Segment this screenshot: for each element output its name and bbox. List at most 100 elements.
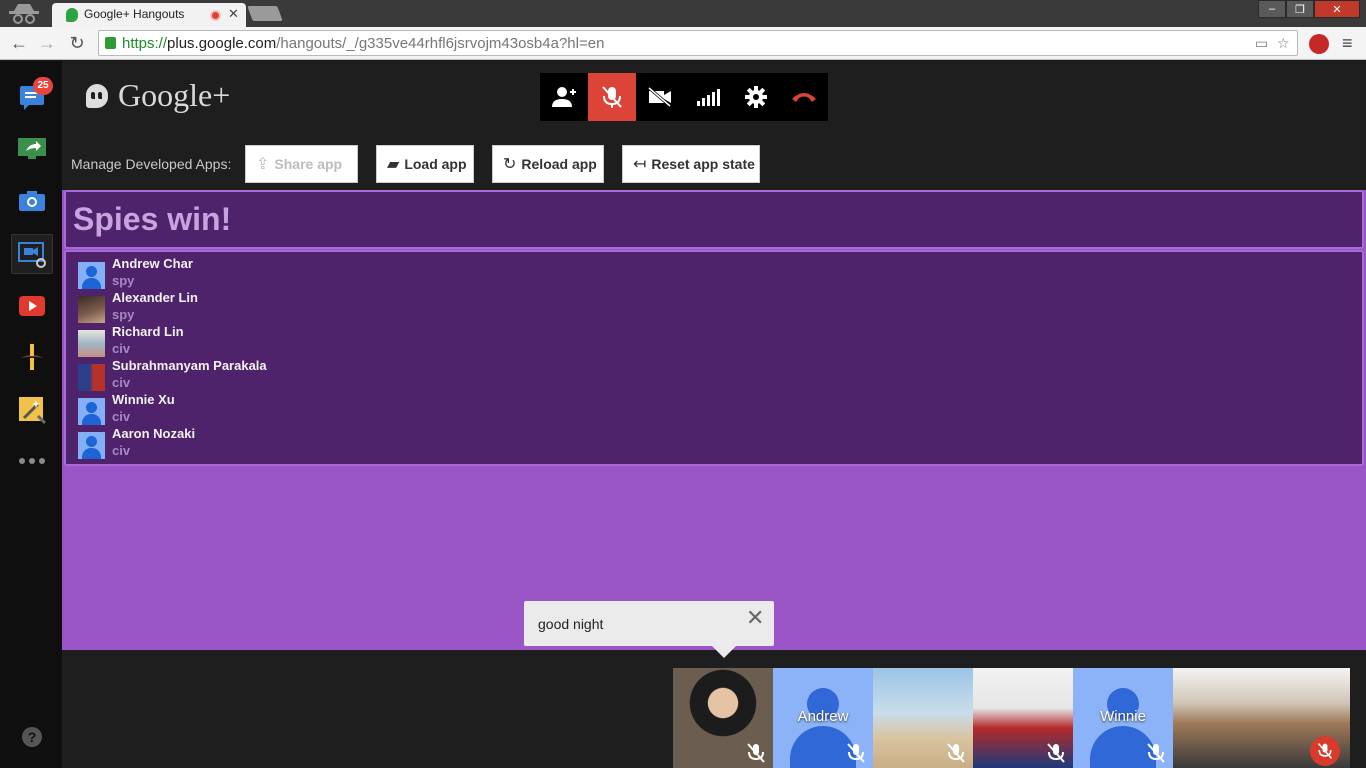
share-app-label: Share app: [274, 156, 343, 172]
participant-tile[interactable]: [673, 668, 773, 768]
mic-off-icon: [1317, 743, 1333, 759]
incognito-icon: [9, 4, 39, 24]
close-window-button[interactable]: ✕: [1314, 0, 1360, 18]
hangout-main: Google+ Manage Developed Apps: ⇪ Share ap…: [62, 61, 1366, 768]
call-controls: [540, 73, 828, 121]
player-avatar: [78, 398, 105, 425]
folder-icon: ▰: [387, 156, 400, 173]
hangouts-favicon-icon: [66, 8, 78, 22]
player-name: Andrew Char: [112, 256, 193, 271]
participant-name: Winnie: [1100, 708, 1146, 725]
minimize-button[interactable]: –: [1258, 0, 1286, 18]
refresh-icon: ↻: [503, 156, 517, 173]
help-icon[interactable]: ?: [22, 727, 42, 747]
player-name: Subrahmanyam Parakala: [112, 358, 267, 373]
signal-bars-icon: [697, 89, 720, 106]
hangouts-api-dev-icon[interactable]: [11, 234, 53, 274]
screenshare-icon[interactable]: [16, 133, 48, 165]
reload-app-button[interactable]: ↻ Reload app: [492, 145, 604, 183]
mic-off-icon: [1047, 743, 1065, 763]
player-role: civ: [112, 375, 131, 390]
google-effects-icon[interactable]: [16, 341, 48, 373]
players-list: Andrew Char spy Alexander Lin spy Richar…: [64, 250, 1364, 466]
share-icon: ⇪: [256, 156, 270, 173]
participant-tile[interactable]: [973, 668, 1073, 768]
magic-wand-app-icon[interactable]: [16, 394, 48, 426]
bandwidth-button[interactable]: [684, 73, 732, 121]
game-result-title: Spies win!: [73, 201, 232, 237]
tab-title: Google+ Hangouts: [84, 7, 185, 21]
capture-camera-icon[interactable]: [16, 185, 48, 217]
add-person-icon: [552, 87, 576, 107]
chat-message-text: good night: [538, 616, 604, 632]
maximize-button[interactable]: ❐: [1286, 0, 1314, 18]
player-avatar: [78, 330, 105, 357]
close-icon[interactable]: ✕: [746, 607, 764, 629]
address-bar[interactable]: https://plus.google.com/hangouts/_/g335v…: [98, 30, 1298, 56]
participant-tile[interactable]: [873, 668, 973, 768]
chat-message-toast[interactable]: good night ✕: [524, 601, 774, 658]
gear-icon: [745, 86, 767, 108]
hang-up-phone-icon: [792, 93, 816, 102]
participant-tile[interactable]: Winnie: [1073, 668, 1173, 768]
chrome-menu-icon[interactable]: ≡: [1342, 33, 1353, 54]
reset-arrow-icon: ↤: [633, 156, 647, 173]
player-name: Aaron Nozaki: [112, 426, 196, 441]
back-icon[interactable]: ←: [8, 32, 30, 54]
browser-titlebar: Google+ Hangouts ✕ – ❐ ✕: [0, 0, 1366, 27]
close-tab-icon[interactable]: ✕: [228, 6, 239, 22]
bookmark-star-icon[interactable]: ☆: [1277, 35, 1290, 52]
player-avatar: [78, 432, 105, 459]
turn-off-camera-button[interactable]: [636, 73, 684, 121]
google-plus-logo: Google+: [86, 77, 230, 114]
participant-tile-self[interactable]: [1173, 668, 1350, 768]
reset-app-state-button[interactable]: ↤ Reset app state: [622, 145, 760, 183]
hang-up-button[interactable]: [780, 73, 828, 121]
logo-text: Google+: [118, 77, 231, 113]
player-role: civ: [112, 341, 131, 356]
window-controls: – ❐ ✕: [1258, 0, 1360, 18]
forward-icon[interactable]: →: [36, 32, 58, 54]
browser-tab[interactable]: Google+ Hangouts ✕: [52, 3, 246, 27]
player-name: Richard Lin: [112, 324, 184, 339]
mic-off-icon: [947, 743, 965, 763]
player-role: spy: [112, 307, 135, 322]
player-avatar: [78, 262, 105, 289]
mic-off-icon: [1147, 743, 1165, 763]
youtube-icon[interactable]: [16, 290, 48, 322]
share-app-button[interactable]: ⇪ Share app: [245, 145, 358, 183]
player-avatar: [78, 296, 105, 323]
participant-filmstrip: Andrew Winnie: [673, 668, 1350, 768]
url-text[interactable]: https://plus.google.com/hangouts/_/g335v…: [122, 35, 604, 52]
hangout-app-area: Spies win! Andrew Char spy Alexander Lin…: [62, 190, 1366, 650]
mic-off-icon: [747, 743, 765, 763]
reload-app-label: Reload app: [521, 156, 597, 172]
reload-icon[interactable]: ↻: [66, 32, 88, 54]
invite-people-button[interactable]: [540, 73, 588, 121]
load-app-button[interactable]: ▰ Load app: [376, 145, 474, 183]
hangouts-logo-icon: [86, 83, 108, 108]
mic-off-icon: [602, 86, 622, 108]
player-name: Winnie Xu: [112, 392, 175, 407]
recording-indicator-icon: [210, 10, 221, 21]
player-avatar: [78, 364, 105, 391]
participant-name: Andrew: [797, 708, 849, 725]
more-apps-icon[interactable]: [16, 445, 48, 477]
self-muted-indicator: [1310, 736, 1340, 766]
toast-pointer: [712, 646, 736, 658]
mute-microphone-button[interactable]: [588, 73, 636, 121]
new-tab-button[interactable]: [247, 6, 283, 21]
player-role: spy: [112, 273, 135, 288]
extension-icon[interactable]: [1309, 34, 1329, 54]
browser-toolbar: ← → ↻ https://plus.google.com/hangouts/_…: [0, 27, 1366, 60]
settings-button[interactable]: [732, 73, 780, 121]
lock-icon: [105, 37, 116, 49]
participant-tile[interactable]: Andrew: [773, 668, 873, 768]
camera-permission-icon[interactable]: ▭: [1255, 35, 1268, 52]
camera-off-icon: [648, 87, 671, 107]
player-role: civ: [112, 443, 131, 458]
game-result-panel: Spies win!: [64, 190, 1364, 249]
load-app-label: Load app: [404, 156, 467, 172]
notification-badge: 25: [33, 77, 53, 95]
reset-app-state-label: Reset app state: [651, 156, 755, 172]
